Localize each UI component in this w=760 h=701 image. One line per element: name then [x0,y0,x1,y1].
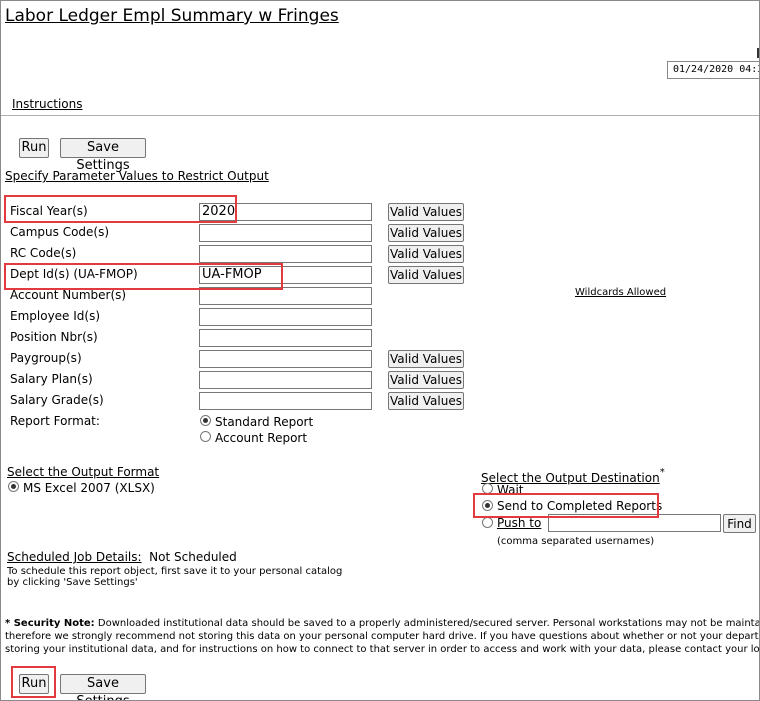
highlight-fiscal-year [4,195,237,223]
page-title: Labor Ledger Empl Summary w Fringes [5,6,339,26]
account-number-label: Account Number(s) [10,288,127,302]
security-note-line1: * Security Note: Downloaded institutiona… [5,618,760,629]
required-asterisk: * [659,467,665,478]
salary-grade-valid-values-button[interactable]: Valid Values [388,392,464,410]
push-to-link[interactable]: Push to [497,516,541,530]
standard-report-radio[interactable] [200,415,211,426]
params-heading: Specify Parameter Values to Restrict Out… [5,169,269,183]
account-report-label: Account Report [215,431,308,445]
standard-report-label: Standard Report [215,415,314,429]
instructions-link[interactable]: Instructions [12,97,82,111]
security-note-line2: therefore we strongly recommend not stor… [5,631,760,642]
highlight-dept-id [4,263,283,290]
output-format-heading: Select the Output Format [7,465,160,479]
salary-plan-input[interactable] [199,371,372,389]
employee-id-label: Employee Id(s) [10,309,101,323]
campus-code-label: Campus Code(s) [10,225,110,239]
xlsx-label: MS Excel 2007 (XLSX) [23,481,155,495]
schedule-row: Scheduled Job Details: Not Scheduled [7,550,237,564]
account-report-radio[interactable] [200,431,211,442]
position-nbr-label: Position Nbr(s) [10,330,98,344]
salary-plan-valid-values-button[interactable]: Valid Values [388,371,464,389]
paygroup-label: Paygroup(s) [10,351,82,365]
security-note-label: * Security Note: [5,618,95,629]
security-note-text1: Downloaded institutional data should be … [97,618,760,629]
schedule-note-line1: To schedule this report object, first sa… [7,566,343,577]
wildcards-allowed-link[interactable]: Wildcards Allowed [575,287,666,298]
salary-plan-label: Salary Plan(s) [10,372,93,386]
highlight-completed-reports [473,493,659,518]
fiscal-year-valid-values-button[interactable]: Valid Values [388,203,464,221]
position-nbr-input[interactable] [199,329,372,347]
push-to-radio[interactable] [482,517,493,528]
schedule-status: Not Scheduled [149,550,237,564]
report-window: Labor Ledger Empl Summary w Fringes 01/2… [0,0,760,701]
salary-grade-label: Salary Grade(s) [10,393,104,407]
schedule-heading: Scheduled Job Details: [7,550,142,564]
find-button[interactable]: Find [723,514,756,533]
save-settings-button-top[interactable]: Save Settings [60,138,146,173]
scrollbar-marker [757,48,759,58]
dept-id-valid-values-button[interactable]: Valid Values [388,266,464,284]
rc-code-label: RC Code(s) [10,246,77,260]
xlsx-radio[interactable] [8,481,19,492]
schedule-note-line2: by clicking 'Save Settings' [7,577,138,588]
campus-code-valid-values-button[interactable]: Valid Values [388,224,464,242]
employee-id-input[interactable] [199,308,372,326]
report-format-label: Report Format: [10,414,100,428]
rc-code-valid-values-button[interactable]: Valid Values [388,245,464,263]
campus-code-input[interactable] [199,224,372,242]
push-to-note: (comma separated usernames) [497,536,655,547]
rc-code-input[interactable] [199,245,372,263]
paygroup-valid-values-button[interactable]: Valid Values [388,350,464,368]
paygroup-input[interactable] [199,350,372,368]
save-settings-button-bottom[interactable]: Save Settings [60,674,146,700]
run-button-top[interactable]: Run [19,138,49,158]
datetime-field: 01/24/2020 04:3 [667,61,759,79]
security-note-line3: storing your institutional data, and for… [5,644,760,655]
salary-grade-input[interactable] [199,392,372,410]
highlight-run-bottom [11,666,56,698]
divider [1,115,759,116]
